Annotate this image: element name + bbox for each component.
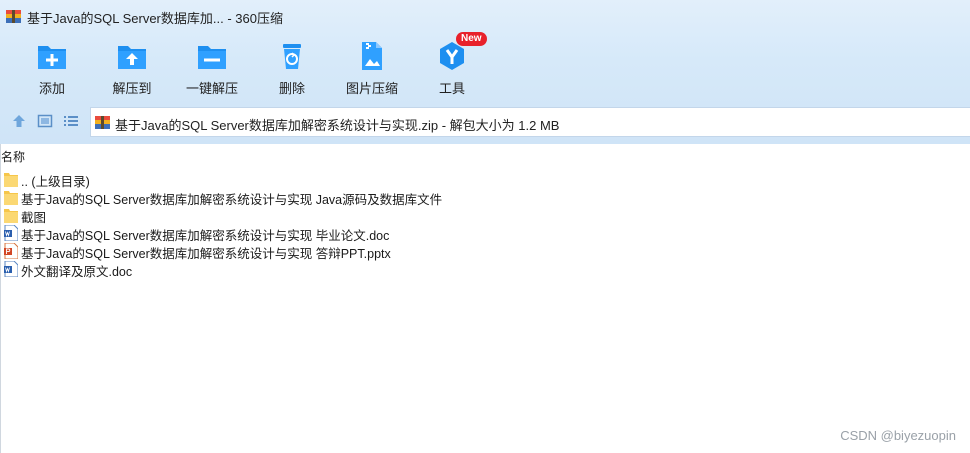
window-title: 基于Java的SQL Server数据库加... - 360压缩 [27, 11, 283, 26]
one-click-extract-icon [198, 46, 226, 69]
image-compress-label: 图片压缩 [345, 81, 398, 96]
word-document-icon [4, 261, 18, 277]
title-bar: 基于Java的SQL Server数据库加... - 360压缩 [0, 0, 970, 32]
folder-icon [4, 173, 18, 187]
add-button[interactable]: 添加 [12, 34, 92, 96]
add-icon [38, 46, 66, 69]
navigation-bar: 基于Java的SQL Server数据库加解密系统设计与实现.zip - 解包大… [0, 104, 970, 138]
toolbar: 添加 解压到 一键解压 删除 图片压缩 New 工具 [0, 32, 970, 96]
powerpoint-document-icon [4, 243, 18, 259]
new-badge: New [456, 32, 487, 46]
folder-icon [4, 191, 18, 205]
up-arrow-icon[interactable] [11, 113, 27, 129]
extract-to-button[interactable]: 解压到 [92, 34, 172, 96]
list-item[interactable]: 截图 [4, 206, 904, 225]
thumbnail-view-icon[interactable] [37, 113, 53, 129]
name-column-label: 名称 [1, 150, 26, 164]
address-bar[interactable]: 基于Java的SQL Server数据库加解密系统设计与实现.zip - 解包大… [90, 107, 970, 137]
word-document-icon [4, 225, 18, 241]
tools-button[interactable]: New 工具 [412, 32, 492, 96]
image-compress-button[interactable]: 图片压缩 [332, 34, 412, 96]
archive-path: 基于Java的SQL Server数据库加解密系统设计与实现.zip - 解包大… [115, 118, 560, 133]
zip-archive-icon [95, 116, 110, 129]
list-item[interactable]: .. (上级目录) [4, 170, 904, 189]
image-compress-icon [362, 42, 382, 70]
file-list: 名称 .. (上级目录) 基于Java的SQL Server数据库加解密系统设计… [0, 144, 970, 453]
file-name: 外文翻译及原文.doc [21, 265, 133, 279]
list-item[interactable]: 基于Java的SQL Server数据库加解密系统设计与实现 毕业论文.doc [4, 224, 904, 243]
list-item[interactable]: 基于Java的SQL Server数据库加解密系统设计与实现 答辩PPT.ppt… [4, 242, 904, 261]
add-label: 添加 [38, 81, 65, 96]
one-click-extract-label: 一键解压 [185, 81, 238, 96]
delete-button[interactable]: 删除 [252, 34, 332, 96]
list-item[interactable]: 外文翻译及原文.doc [4, 260, 904, 279]
extract-to-label: 解压到 [112, 81, 152, 96]
list-item[interactable]: 基于Java的SQL Server数据库加解密系统设计与实现 Java源码及数据… [4, 188, 904, 207]
delete-icon [283, 44, 301, 69]
one-click-extract-button[interactable]: 一键解压 [172, 34, 252, 96]
folder-icon [4, 209, 18, 223]
list-view-icon[interactable] [63, 113, 79, 129]
extract-to-icon [118, 46, 146, 69]
watermark: CSDN @biyezuopin [840, 428, 956, 443]
archive-app-icon [6, 10, 21, 23]
tools-label: 工具 [438, 81, 465, 96]
top-chrome: 基于Java的SQL Server数据库加... - 360压缩 添加 解压到 [0, 0, 970, 144]
name-column-header[interactable]: 名称 [1, 148, 970, 166]
delete-label: 删除 [278, 81, 305, 96]
